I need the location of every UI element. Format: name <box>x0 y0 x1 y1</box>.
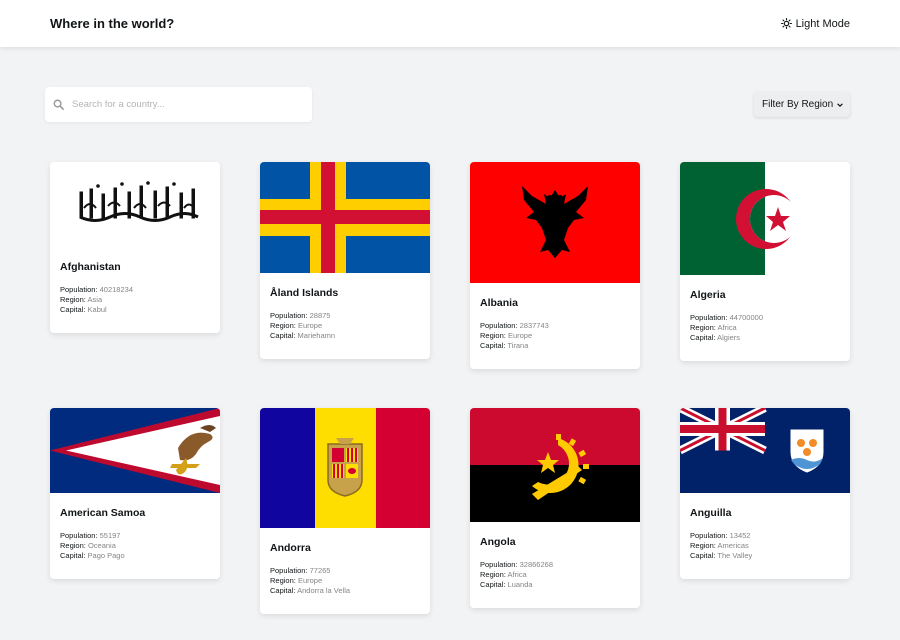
country-card-afghanistan[interactable]: Afghanistan Population: 40218234 Region:… <box>50 162 220 333</box>
capital-row: Capital: Algiers <box>690 333 741 342</box>
flag-aland-islands-image <box>260 162 430 273</box>
country-name: Andorra <box>270 542 311 554</box>
population-row: Population: 55197 <box>60 531 121 540</box>
population-row: Population: 77265 <box>270 566 331 575</box>
country-card-algeria[interactable]: Algeria Population: 44700000 Region: Afr… <box>680 162 850 361</box>
flag-algeria-image <box>680 162 850 275</box>
country-name: Afghanistan <box>60 261 121 273</box>
population-row: Population: 44700000 <box>690 313 763 322</box>
capital-row: Capital: Andorra la Vella <box>270 586 351 595</box>
region-row: Region: Americas <box>690 541 749 550</box>
app-title: Where in the world? <box>50 16 175 31</box>
country-name: Albania <box>480 297 518 309</box>
country-name: Åland Islands <box>270 287 339 299</box>
country-card-albania[interactable]: Albania Population: 2837743 Region: Euro… <box>470 162 640 369</box>
capital-row: Capital: Luanda <box>480 580 533 589</box>
country-card-aland-islands[interactable]: Åland Islands Population: 28875 Region: … <box>260 162 430 359</box>
chevron-down-icon <box>837 102 843 107</box>
search-box[interactable] <box>45 87 312 122</box>
capital-row: Capital: Kabul <box>60 305 107 314</box>
region-row: Region: Africa <box>480 570 527 579</box>
region-row: Region: Europe <box>270 321 323 330</box>
population-row: Population: 32866268 <box>480 560 553 569</box>
flag-anguilla-image <box>680 408 850 493</box>
flag-albania-image <box>470 162 640 283</box>
country-name: American Samoa <box>60 507 146 519</box>
population-row: Population: 2837743 <box>480 321 549 330</box>
flag-andorra-image <box>260 408 430 528</box>
region-row: Region: Africa <box>690 323 737 332</box>
flag-afghanistan-image <box>50 162 220 247</box>
country-name: Angola <box>480 536 516 548</box>
country-card-andorra[interactable]: Andorra Population: 77265 Region: Europe… <box>260 408 430 614</box>
country-name: Algeria <box>690 289 726 301</box>
search-input[interactable] <box>72 99 292 110</box>
capital-row: Capital: Pago Pago <box>60 551 125 560</box>
country-card-angola[interactable]: Angola Population: 32866268 Region: Afri… <box>470 408 640 608</box>
region-row: Region: Oceania <box>60 541 116 550</box>
theme-toggle-label: Light Mode <box>795 17 850 30</box>
flag-angola-image <box>470 408 640 522</box>
region-row: Region: Europe <box>270 576 323 585</box>
theme-toggle-button[interactable]: Light Mode <box>780 17 850 30</box>
capital-row: Capital: The Valley <box>690 551 753 560</box>
population-row: Population: 28875 <box>270 311 331 320</box>
population-row: Population: 13452 <box>690 531 751 540</box>
top-bar: Where in the world? Light Mode <box>0 0 900 47</box>
sun-icon <box>780 18 792 29</box>
country-card-american-samoa[interactable]: American Samoa Population: 55197 Region:… <box>50 408 220 579</box>
capital-row: Capital: Tirana <box>480 341 529 350</box>
population-row: Population: 40218234 <box>60 285 133 294</box>
search-icon <box>53 99 64 110</box>
region-row: Region: Europe <box>480 331 533 340</box>
country-name: Anguilla <box>690 507 732 519</box>
flag-american-samoa-image <box>50 408 220 493</box>
country-card-anguilla[interactable]: Anguilla Population: 13452 Region: Ameri… <box>680 408 850 579</box>
region-filter-label: Filter By Region <box>762 99 834 110</box>
capital-row: Capital: Mariehamn <box>270 331 336 340</box>
region-row: Region: Asia <box>60 295 103 304</box>
region-filter-select[interactable]: Filter By Region <box>754 92 850 117</box>
